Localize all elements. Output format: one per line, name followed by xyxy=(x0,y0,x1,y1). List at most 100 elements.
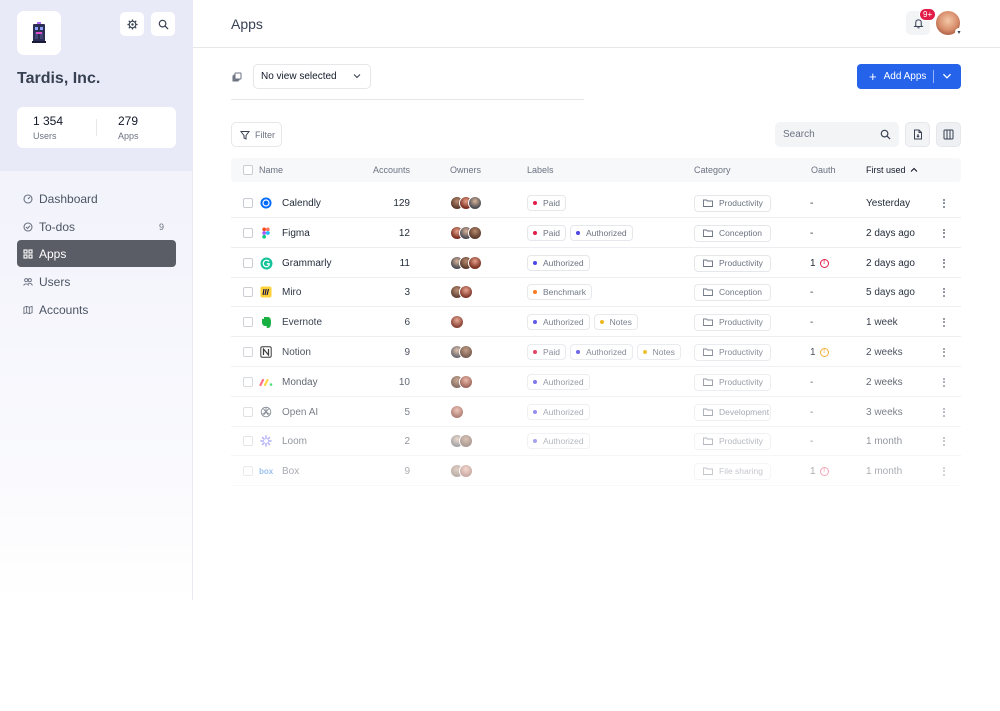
owner-avatar[interactable] xyxy=(459,345,473,359)
table-row[interactable]: Monday 10 Authorized Productivity - 2 we… xyxy=(231,367,961,397)
table-row[interactable]: Loom 2 Authorized Productivity - 1 month xyxy=(231,426,961,456)
category-tag[interactable]: Productivity xyxy=(694,432,771,450)
app-name-cell[interactable]: Open AI xyxy=(259,397,318,427)
table-row[interactable]: Evernote 6 Authorized Notes Productivity … xyxy=(231,307,961,337)
category-tag[interactable]: Development xyxy=(694,403,771,421)
row-checkbox[interactable] xyxy=(243,347,253,357)
column-header-owners[interactable]: Owners xyxy=(450,165,481,175)
columns-button[interactable] xyxy=(936,122,961,147)
owner-avatar[interactable] xyxy=(468,256,482,270)
owner-avatar[interactable] xyxy=(459,285,473,299)
row-checkbox[interactable] xyxy=(243,407,253,417)
category-text: Productivity xyxy=(719,258,763,268)
category-tag[interactable]: File sharing xyxy=(694,462,771,480)
table-row[interactable]: Miro 3 Benchmark Conception - 5 days ago xyxy=(231,277,961,307)
row-checkbox[interactable] xyxy=(243,377,253,387)
nav-item-users[interactable]: Users xyxy=(17,268,176,295)
app-name-cell[interactable]: Figma xyxy=(259,218,310,248)
owner-avatar[interactable] xyxy=(459,464,473,478)
category-tag[interactable]: Conception xyxy=(694,283,771,301)
owner-avatar[interactable] xyxy=(450,405,464,419)
label-tag[interactable]: Authorized xyxy=(527,255,590,271)
app-name-cell[interactable]: box Box xyxy=(259,456,299,486)
row-menu-button[interactable] xyxy=(943,307,945,337)
table-row[interactable]: Open AI 5 Authorized Development - 3 wee… xyxy=(231,397,961,427)
search-input[interactable]: Search xyxy=(775,122,899,147)
app-name-cell[interactable]: Loom xyxy=(259,426,307,456)
apps-stat: 279 Apps xyxy=(118,114,139,141)
nav-item-apps[interactable]: Apps xyxy=(17,240,176,267)
owner-avatar[interactable] xyxy=(459,434,473,448)
sort-ascending-icon[interactable] xyxy=(910,166,918,174)
column-header-name[interactable]: Name xyxy=(259,165,283,175)
row-checkbox[interactable] xyxy=(243,317,253,327)
app-name-cell[interactable]: Notion xyxy=(259,337,311,367)
row-menu-button[interactable] xyxy=(943,277,945,307)
owner-avatar[interactable] xyxy=(468,226,482,240)
row-checkbox[interactable] xyxy=(243,198,253,208)
table-row[interactable]: box Box 9 File sharing 1! 1 month xyxy=(231,456,961,486)
chevron-down-icon[interactable]: ▾ xyxy=(955,28,963,36)
add-apps-button[interactable]: + Add Apps xyxy=(857,64,961,89)
nav-item-todos[interactable]: To-dos 9 xyxy=(17,213,176,240)
label-tag[interactable]: Benchmark xyxy=(527,284,592,300)
app-name-cell[interactable]: Calendly xyxy=(259,188,321,218)
label-tag[interactable]: Notes xyxy=(636,344,681,360)
chevron-down-icon[interactable] xyxy=(941,70,953,82)
row-menu-button[interactable] xyxy=(943,456,945,486)
settings-button[interactable] xyxy=(120,12,144,36)
row-checkbox[interactable] xyxy=(243,228,253,238)
label-tag[interactable]: Notes xyxy=(593,314,638,330)
label-tag[interactable]: Authorized xyxy=(570,225,633,241)
label-tag[interactable]: Paid xyxy=(527,344,567,360)
row-menu-button[interactable] xyxy=(943,397,945,427)
table-row[interactable]: Figma 12 Paid Authorized Conception - 2 d… xyxy=(231,218,961,248)
row-menu-button[interactable] xyxy=(943,337,945,367)
select-all-checkbox[interactable] xyxy=(243,165,253,175)
row-menu-button[interactable] xyxy=(943,248,945,278)
row-menu-button[interactable] xyxy=(943,218,945,248)
view-select[interactable]: No view selected xyxy=(253,64,371,89)
row-checkbox[interactable] xyxy=(243,258,253,268)
row-menu-button[interactable] xyxy=(943,367,945,397)
owner-avatar[interactable] xyxy=(459,375,473,389)
app-name-cell[interactable]: Miro xyxy=(259,277,301,307)
owner-avatar[interactable] xyxy=(450,315,464,329)
table-row[interactable]: Calendly 129 Paid Productivity - Yesterd… xyxy=(231,188,961,218)
category-tag[interactable]: Productivity xyxy=(694,194,771,212)
table-row[interactable]: Grammarly 11 Authorized Productivity 1! … xyxy=(231,248,961,278)
label-tag[interactable]: Authorized xyxy=(527,433,590,449)
export-button[interactable] xyxy=(905,122,930,147)
label-tag[interactable]: Authorized xyxy=(527,374,590,390)
filter-button[interactable]: Filter xyxy=(231,122,282,147)
company-logo[interactable] xyxy=(17,11,61,55)
app-name-cell[interactable]: Grammarly xyxy=(259,248,331,278)
row-checkbox[interactable] xyxy=(243,287,253,297)
table-row[interactable]: Notion 9 Paid Authorized Notes Productivit… xyxy=(231,337,961,367)
label-tag[interactable]: Authorized xyxy=(527,314,590,330)
sidebar-search-button[interactable] xyxy=(151,12,175,36)
category-tag[interactable]: Productivity xyxy=(694,373,771,391)
row-menu-button[interactable] xyxy=(943,188,945,218)
column-header-oauth[interactable]: Oauth xyxy=(811,165,836,175)
nav-item-dashboard[interactable]: Dashboard xyxy=(17,185,176,212)
row-checkbox[interactable] xyxy=(243,436,253,446)
category-tag[interactable]: Conception xyxy=(694,224,771,242)
category-tag[interactable]: Productivity xyxy=(694,254,771,272)
app-name-cell[interactable]: Monday xyxy=(259,367,318,397)
label-tag[interactable]: Paid xyxy=(527,195,567,211)
label-tag[interactable]: Paid xyxy=(527,225,567,241)
column-header-labels[interactable]: Labels xyxy=(527,165,554,175)
row-checkbox[interactable] xyxy=(243,466,253,476)
nav-item-accounts[interactable]: Accounts xyxy=(17,296,176,323)
column-header-category[interactable]: Category xyxy=(694,165,731,175)
label-tag[interactable]: Authorized xyxy=(527,404,590,420)
app-name-cell[interactable]: Evernote xyxy=(259,307,322,337)
column-header-accounts[interactable]: Accounts xyxy=(373,165,410,175)
category-tag[interactable]: Productivity xyxy=(694,343,771,361)
column-header-first-used[interactable]: First used xyxy=(866,165,906,175)
owner-avatar[interactable] xyxy=(468,196,482,210)
label-tag[interactable]: Authorized xyxy=(570,344,633,360)
category-tag[interactable]: Productivity xyxy=(694,313,771,331)
row-menu-button[interactable] xyxy=(943,426,945,456)
